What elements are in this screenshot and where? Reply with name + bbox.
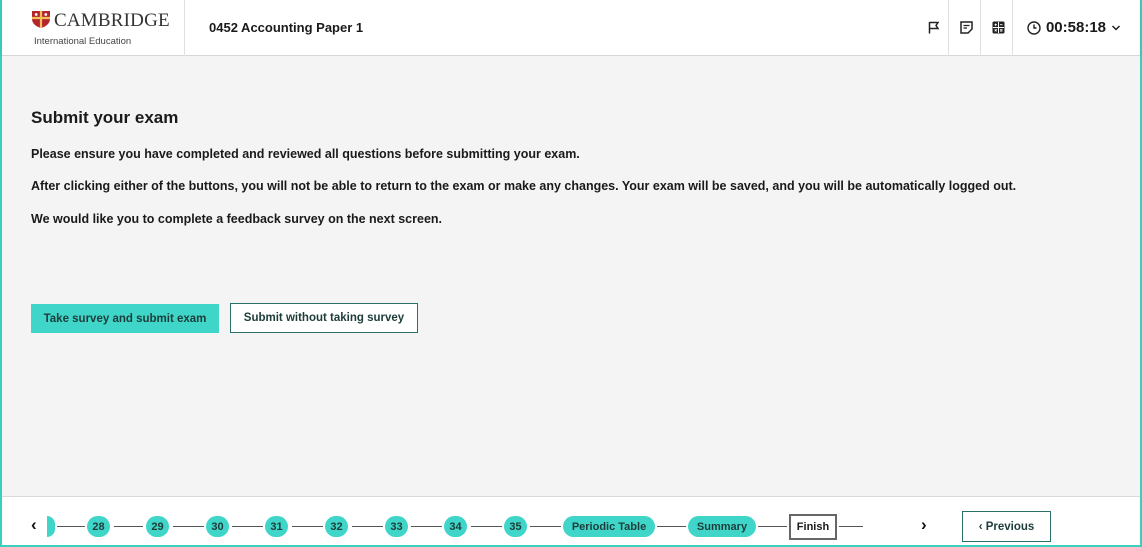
previous-button[interactable]: ‹ Previous xyxy=(962,511,1051,542)
nav-connector xyxy=(173,526,204,527)
instruction-line-1: Please ensure you have completed and rev… xyxy=(31,147,580,161)
submit-without-survey-button[interactable]: Submit without taking survey xyxy=(230,303,418,333)
cambridge-logo: CAMBRIDGE International Education xyxy=(2,0,185,56)
submit-panel: Submit your exam Please ensure you have … xyxy=(2,56,1140,496)
periodic-table-pill[interactable]: Periodic Table xyxy=(563,516,655,537)
notes-icon xyxy=(960,21,973,34)
paper-title: 0452 Accounting Paper 1 xyxy=(209,20,364,35)
chevron-down-icon xyxy=(1111,24,1121,31)
notes-button[interactable] xyxy=(953,0,981,56)
previous-question-pill[interactable] xyxy=(47,516,55,537)
clock-icon xyxy=(1027,20,1041,35)
calculator-icon xyxy=(992,21,1005,34)
nav-connector xyxy=(530,526,561,527)
nav-connector xyxy=(232,526,263,527)
question-31[interactable]: 31 xyxy=(265,516,288,537)
calculator-button[interactable] xyxy=(985,0,1013,56)
finish-step[interactable]: Finish xyxy=(789,514,837,540)
nav-connector xyxy=(57,526,85,527)
question-28[interactable]: 28 xyxy=(87,516,110,537)
logo-word: CAMBRIDGE xyxy=(54,9,170,31)
timer[interactable]: 00:58:18 xyxy=(1017,19,1140,36)
question-33[interactable]: 33 xyxy=(385,516,408,537)
shield-logo-icon xyxy=(32,10,50,28)
logo-subtitle: International Education xyxy=(34,35,132,47)
question-navigator: ‹ 28 29 30 31 32 33 34 35 Periodic Table… xyxy=(2,496,1140,545)
header: CAMBRIDGE International Education 0452 A… xyxy=(2,0,1140,56)
question-35[interactable]: 35 xyxy=(504,516,527,537)
page-title: Submit your exam xyxy=(31,108,179,127)
flag-icon xyxy=(929,21,940,34)
nav-right-arrow[interactable]: › xyxy=(921,515,927,535)
question-34[interactable]: 34 xyxy=(444,516,467,537)
nav-connector xyxy=(352,526,383,527)
flag-button[interactable] xyxy=(921,0,949,56)
nav-left-arrow[interactable]: ‹ xyxy=(31,515,37,535)
instruction-line-2: After clicking either of the buttons, yo… xyxy=(31,179,1017,193)
nav-connector xyxy=(839,526,863,527)
nav-connector xyxy=(657,526,686,527)
instruction-line-3: We would like you to complete a feedback… xyxy=(31,212,443,226)
nav-connector xyxy=(114,526,143,527)
question-29[interactable]: 29 xyxy=(146,516,169,537)
question-32[interactable]: 32 xyxy=(325,516,348,537)
nav-connector xyxy=(411,526,442,527)
nav-connector xyxy=(471,526,502,527)
timer-value: 00:58:18 xyxy=(1045,19,1106,36)
header-tools: 00:58:18 xyxy=(921,0,1140,56)
take-survey-submit-button[interactable]: Take survey and submit exam xyxy=(31,304,219,333)
nav-connector xyxy=(292,526,323,527)
question-30[interactable]: 30 xyxy=(206,516,229,537)
summary-pill[interactable]: Summary xyxy=(688,516,756,537)
nav-connector xyxy=(758,526,787,527)
